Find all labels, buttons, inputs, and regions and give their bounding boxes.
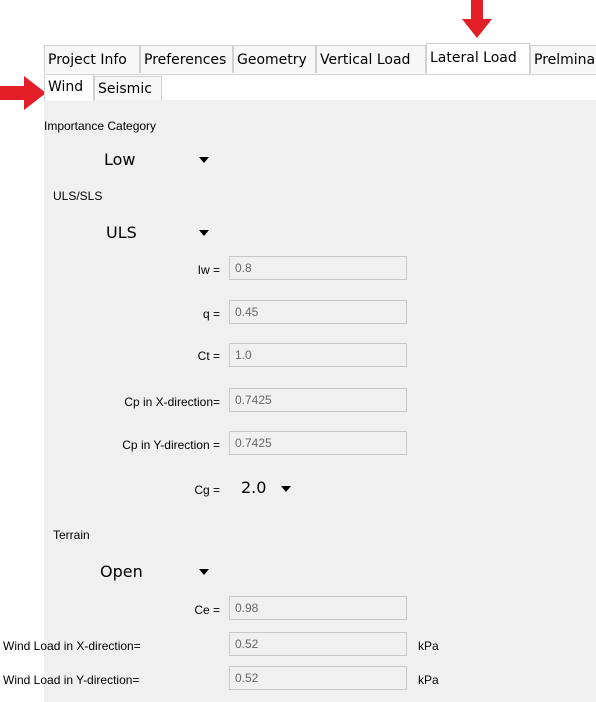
ct-field[interactable]: 1.0: [229, 343, 407, 367]
main-tab-bar: Project Info Preferences Geometry Vertic…: [44, 43, 596, 75]
wind-load-x-field[interactable]: 0.52: [229, 632, 407, 656]
tab-wind[interactable]: Wind: [44, 74, 94, 101]
tab-vertical-load[interactable]: Vertical Load: [316, 45, 426, 73]
chevron-down-icon[interactable]: [281, 486, 291, 492]
wind-load-y-label: Wind Load in Y-direction=: [3, 673, 140, 687]
wind-load-y-unit: kPa: [418, 673, 439, 687]
wind-load-x-unit: kPa: [418, 639, 439, 653]
sub-tab-bar: Wind Seismic: [44, 74, 596, 101]
cp-y-label: Cp in Y-direction =: [122, 438, 220, 452]
wind-load-x-label: Wind Load in X-direction=: [3, 639, 141, 653]
tab-preferences[interactable]: Preferences: [140, 45, 233, 73]
tab-prelmina[interactable]: Prelmina: [530, 45, 596, 73]
q-field[interactable]: 0.45: [229, 300, 407, 324]
cg-select[interactable]: 2.0: [241, 478, 266, 497]
annotation-arrow-right-icon: [0, 76, 46, 110]
uls-sls-select[interactable]: ULS: [106, 223, 137, 242]
wind-load-y-field[interactable]: 0.52: [229, 666, 407, 690]
iw-field[interactable]: 0.8: [229, 256, 407, 280]
q-label: q =: [202, 307, 220, 321]
cp-x-field[interactable]: 0.7425: [229, 388, 407, 412]
chevron-down-icon[interactable]: [199, 569, 209, 575]
terrain-select[interactable]: Open: [100, 562, 143, 581]
cp-x-label: Cp in X-direction=: [124, 395, 220, 409]
ct-label: Ct =: [197, 349, 220, 363]
tab-lateral-load[interactable]: Lateral Load: [426, 43, 530, 74]
chevron-down-icon[interactable]: [199, 230, 209, 236]
cp-y-field[interactable]: 0.7425: [229, 431, 407, 455]
tab-seismic[interactable]: Seismic: [94, 76, 162, 100]
tab-geometry[interactable]: Geometry: [233, 45, 316, 73]
tab-project-info[interactable]: Project Info: [44, 45, 140, 73]
iw-label: Iw =: [197, 263, 220, 277]
ce-label: Ce =: [194, 603, 220, 617]
importance-category-select[interactable]: Low: [104, 150, 136, 169]
terrain-label: Terrain: [53, 528, 90, 542]
importance-category-label: Importance Category: [44, 119, 157, 133]
uls-sls-label: ULS/SLS: [53, 189, 103, 203]
chevron-down-icon[interactable]: [199, 157, 209, 163]
cg-label: Cg =: [194, 483, 220, 497]
annotation-arrow-down-icon: [462, 0, 492, 38]
ce-field[interactable]: 0.98: [229, 596, 407, 620]
